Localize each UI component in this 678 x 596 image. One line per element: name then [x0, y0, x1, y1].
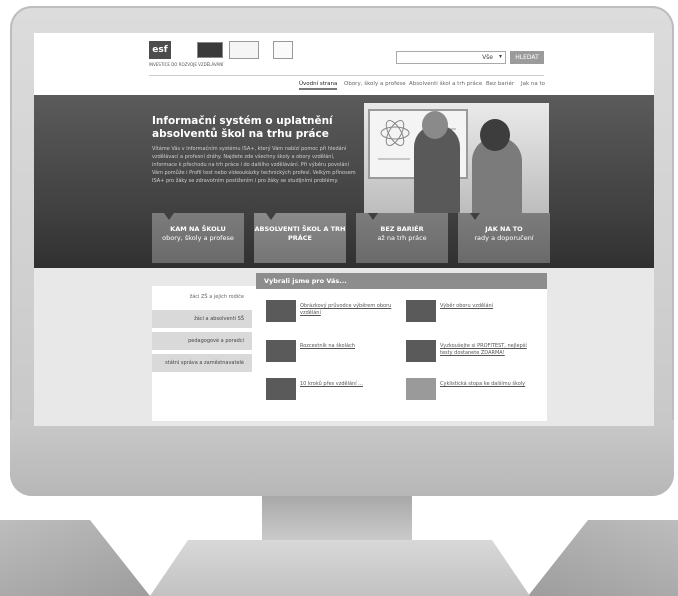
monitor-base [150, 540, 530, 596]
chevron-down-icon: ▾ [498, 53, 502, 60]
tile-title: ABSOLVENTI ŠKOL A TRH PRÁCE [254, 225, 346, 242]
audience-sidebar: žáci ZŠ a jejich rodiče žáci a absolvent… [152, 286, 252, 421]
student-girl-head [480, 119, 510, 151]
main-nav: Úvodní strana Obory, školy a profese Abs… [34, 78, 654, 94]
item-thumbnail [406, 378, 436, 400]
hero-tiles: KAM NA ŠKOLU obory, školy a profese ABSO… [152, 213, 550, 263]
nav-item-fields[interactable]: Obory, školy a profese [344, 81, 406, 87]
search-select[interactable]: Vše ▾ [396, 51, 506, 64]
item-thumbnail [266, 340, 296, 362]
search-option: Vše [482, 54, 493, 61]
sidebar-item-statni-sprava[interactable]: státní správa a zaměstnavatelé [152, 354, 252, 372]
recommend-heading: Vybrali jsme pro Vás... [256, 273, 547, 289]
tile-absolventi[interactable]: ABSOLVENTI ŠKOL A TRH PRÁCE [254, 213, 346, 263]
nav-item-how-to[interactable]: Jak na to [521, 81, 545, 87]
tile-title: KAM NA ŠKOLU [170, 225, 226, 233]
nav-item-barrier-free[interactable]: Bez bariér [486, 81, 514, 87]
item-link[interactable]: Rozcestník na školách [300, 343, 396, 350]
header: esf INVESTICE DO ROZVOJE VZDĚLÁVÁNÍ Vše … [34, 33, 654, 77]
eu-flag-logo [197, 42, 223, 58]
ministry-logo [229, 41, 259, 59]
recommend-item[interactable]: Rozcestník na školách [266, 340, 396, 366]
hero-photo [364, 103, 549, 213]
item-link[interactable]: 10 kroků přes vzdělání ... [300, 381, 396, 388]
hero-title: Informační systém o uplatnění absolventů… [152, 115, 333, 140]
recommend-item[interactable]: Výběr oboru vzdělání [406, 300, 536, 326]
lower-section: žáci ZŠ a jejich rodiče žáci a absolvent… [34, 268, 654, 426]
item-link[interactable]: Výběr oboru vzdělání [440, 303, 536, 310]
tile-subtitle: až na trh práce [377, 234, 427, 242]
monitor-chin [10, 420, 674, 496]
recommend-item[interactable]: 10 kroků přes vzdělání ... [266, 378, 396, 404]
item-link[interactable]: Obrázkový průvodce výběrem oboru vzdělán… [300, 303, 396, 317]
monitor-scene: esf INVESTICE DO ROZVOJE VZDĚLÁVÁNÍ Vše … [0, 0, 678, 596]
nav-item-graduates[interactable]: Absolventi škol a trh práce [409, 81, 482, 87]
logo-tagline: INVESTICE DO ROZVOJE VZDĚLÁVÁNÍ [149, 62, 224, 67]
op-logo [273, 41, 293, 59]
recommend-item[interactable]: Cyklistická stopa ke dalšímu školy [406, 378, 536, 404]
tile-subtitle: obory, školy a profese [162, 234, 234, 242]
item-thumbnail [266, 378, 296, 400]
recommend-item[interactable]: Vyzkoušejte si PROFITEST, nejlepší testy… [406, 340, 536, 366]
item-thumbnail [406, 300, 436, 322]
hero-banner: Informační systém o uplatnění absolventů… [34, 95, 654, 268]
nav-item-home[interactable]: Úvodní strana [299, 81, 338, 90]
logo-strip: esf INVESTICE DO ROZVOJE VZDĚLÁVÁNÍ [149, 41, 299, 69]
item-thumbnail [406, 340, 436, 362]
sidebar-item-ss[interactable]: žáci a absolventi SŠ [152, 310, 252, 328]
recommend-item[interactable]: Obrázkový průvodce výběrem oboru vzdělán… [266, 300, 396, 326]
sidebar-item-zs[interactable]: žáci ZŠ a jejich rodiče [152, 288, 252, 306]
esf-logo: esf [149, 41, 171, 59]
tile-kam-na-skolu[interactable]: KAM NA ŠKOLU obory, školy a profese [152, 213, 244, 263]
header-divider [149, 75, 544, 76]
monitor-neck [262, 496, 412, 546]
desk-right [528, 520, 678, 596]
student-boy-head [422, 111, 448, 139]
search-button[interactable]: HLEDAT [510, 51, 544, 64]
item-link[interactable]: Vyzkoušejte si PROFITEST, nejlepší testy… [440, 343, 536, 357]
sidebar-item-pedagogove[interactable]: pedagogové a poradci [152, 332, 252, 350]
screen: esf INVESTICE DO ROZVOJE VZDĚLÁVÁNÍ Vše … [34, 33, 654, 426]
tile-jak-na-to[interactable]: JAK NA TO rady a doporučení [458, 213, 550, 263]
tile-subtitle: rady a doporučení [474, 234, 534, 242]
hero-text: Vítáme Vás v informačním systému ISA+, k… [152, 146, 356, 184]
item-thumbnail [266, 300, 296, 322]
desk-left [0, 520, 150, 596]
tile-title: JAK NA TO [485, 225, 523, 233]
tile-bez-barier[interactable]: BEZ BARIÉR až na trh práce [356, 213, 448, 263]
item-link[interactable]: Cyklistická stopa ke dalšímu školy [440, 381, 536, 388]
tile-title: BEZ BARIÉR [380, 225, 424, 233]
